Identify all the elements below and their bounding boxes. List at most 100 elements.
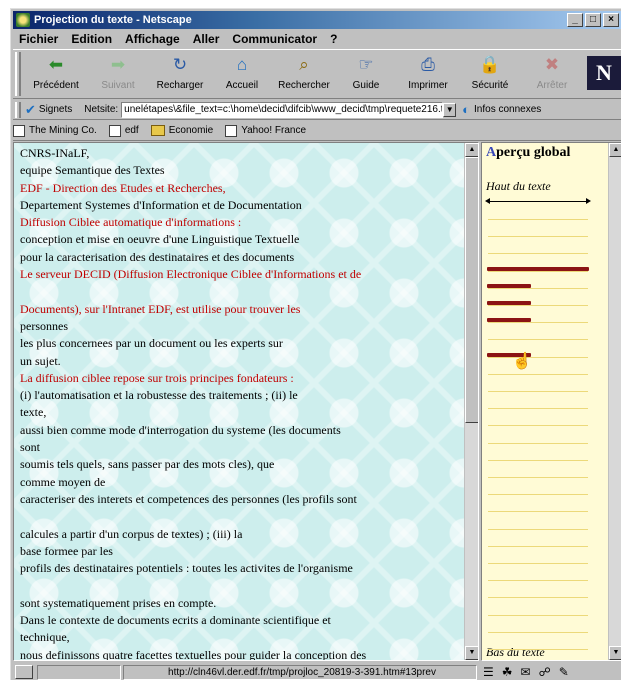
text-line: sont (20, 440, 41, 455)
menu-communicator[interactable]: Communicator (232, 32, 317, 46)
text-line: pour la caracterisation des destinataire… (20, 249, 295, 264)
tray-component-icon[interactable]: ☘ (502, 665, 513, 679)
menu-fichier[interactable]: Fichier (19, 32, 58, 46)
scroll-up-arrow-icon[interactable]: ▲ (465, 143, 478, 157)
toolbar-button-label: Accueil (225, 80, 259, 91)
status-url: http://cln46vl.der.edf.fr/tmp/projloc_20… (123, 664, 477, 680)
overview-scroll-down-icon[interactable]: ▼ (609, 646, 621, 660)
url-input[interactable]: unelétapes\&file_text=c:\home\decid\difc… (121, 101, 444, 118)
text-line (20, 508, 460, 525)
overview-rule (488, 287, 588, 289)
text-line: conception et mise en oeuvre d'une Lingu… (20, 232, 300, 247)
search-icon: ⌕ (299, 55, 309, 74)
toolbar-button-label: Arrêter (536, 80, 568, 91)
personal-bookmark-label: The Mining Co. (29, 125, 97, 136)
toolbar-button-8[interactable]: ✖ Arrêter (521, 50, 583, 91)
tray-component-icon[interactable]: ✉ (521, 665, 531, 679)
component-tray: ☰ ☘ ✉ ☍ ✎ (483, 665, 569, 679)
overview-rule (488, 580, 588, 582)
overview-rule (488, 408, 588, 410)
overview-frame: Aperçu global Haut du texte Bas du texte… (481, 142, 621, 661)
text-line: EDF - Direction des Etudes et Recherches… (20, 180, 226, 195)
minimize-button[interactable]: _ (567, 13, 583, 27)
bookmarks-icon[interactable]: ✔ (25, 102, 36, 118)
overview-rule (488, 305, 588, 306)
bookmarks-button[interactable]: Signets (39, 104, 72, 115)
overview-rule (488, 597, 588, 599)
overview-segment-mark[interactable] (487, 266, 589, 271)
tray-component-icon[interactable]: ☰ (483, 665, 494, 679)
overview-rule (488, 511, 588, 513)
toolbar-button-3[interactable]: ⌂ Accueil (211, 50, 273, 91)
toolbar-button-7[interactable]: 🔒 Sécurité (459, 50, 521, 91)
tray-component-icon[interactable]: ✎ (559, 665, 569, 679)
toolbar-button-0[interactable]: ⬅ Précédent (25, 50, 87, 91)
overview-heading: Aperçu global (486, 145, 571, 160)
overview-scroll-up-icon[interactable]: ▲ (609, 143, 621, 157)
content-scrollbar[interactable]: ▲ ▼ (464, 143, 478, 660)
toolbar-button-4[interactable]: ⌕ Rechercher (273, 50, 335, 91)
toolbar-button-5[interactable]: ☞ Guide (335, 50, 397, 91)
overview-scrollbar[interactable]: ▲ ▼ (608, 143, 621, 660)
location-grip[interactable] (15, 101, 21, 118)
overview-rule (488, 631, 588, 633)
text-line: equipe Semantique des Textes (20, 163, 165, 178)
related-button[interactable]: Infos connexes (474, 104, 541, 115)
stop-icon: ✖ (544, 55, 560, 74)
menu-edition[interactable]: Edition (71, 32, 112, 46)
scroll-down-arrow-icon[interactable]: ▼ (465, 646, 478, 660)
overview-segment-mark[interactable] (487, 301, 531, 305)
close-button[interactable]: × (603, 13, 619, 27)
toolbar-button-label: Guide (352, 80, 380, 91)
toolbar-button-1[interactable]: ➡ Suivant (87, 50, 149, 91)
back-arrow-icon: ⬅ (48, 55, 64, 74)
text-line: CNRS-INaLF, (20, 146, 90, 160)
toolbar-button-label: Suivant (101, 80, 135, 91)
overview-segment-mark[interactable] (487, 318, 531, 323)
bottom-of-text-link[interactable]: Bas du texte (486, 645, 545, 660)
personal-bookmark-3[interactable]: Yahoo! France (225, 124, 306, 137)
personal-bookmark-2[interactable]: Economie (150, 125, 213, 136)
toolbar-button-2[interactable]: ↻ Recharger (149, 50, 211, 91)
security-status-icon[interactable] (15, 665, 33, 679)
text-line: soumis tels quels, sans passer par des m… (20, 457, 275, 472)
reload-icon: ↻ (172, 55, 188, 74)
text-line: profils des destinataires potentiels : t… (20, 561, 353, 576)
text-line: caracteriser des interets et competences… (20, 491, 357, 506)
personal-bookmark-0[interactable]: The Mining Co. (13, 124, 97, 137)
menu-help[interactable]: ? (330, 32, 337, 46)
personal-bookmark-1[interactable]: edf (108, 124, 139, 137)
menu-affichage[interactable]: Affichage (125, 32, 180, 46)
url-dropdown-button[interactable]: ▼ (443, 102, 457, 117)
overview-rule (488, 373, 588, 375)
forward-arrow-icon: ➡ (110, 55, 126, 74)
overview-rule (488, 339, 588, 341)
overview-rule (488, 425, 588, 427)
text-line: aussi bien comme mode d'interrogation du… (20, 422, 341, 437)
tray-component-icon[interactable]: ☍ (539, 665, 551, 679)
related-info-icon[interactable]: ◐ (462, 102, 470, 117)
menu-aller[interactable]: Aller (193, 32, 220, 46)
scroll-thumb[interactable] (465, 157, 478, 423)
overview-rule (488, 356, 588, 358)
personal-toolbar: The Mining Co. edf Economie Yahoo! France (13, 121, 621, 141)
toolbar-grip[interactable] (15, 52, 21, 96)
printer-icon: ⎙ (421, 55, 435, 74)
toolbar-button-6[interactable]: ⎙ Imprimer (397, 50, 459, 91)
text-line: Le serveur DECID (Diffusion Electronique… (20, 267, 362, 282)
overview-rule (488, 459, 588, 461)
overview-segment-mark[interactable] (487, 283, 531, 288)
maximize-button[interactable]: □ (585, 13, 601, 27)
text-line: texte, (20, 405, 47, 420)
overview-rule (488, 253, 588, 255)
overview-rule (488, 236, 588, 238)
progress-field (37, 664, 121, 680)
text-line: La diffusion ciblee repose sur trois pri… (20, 370, 294, 385)
text-line: Documents), sur l'Intranet EDF, est util… (20, 301, 301, 316)
text-line: un sujet. (20, 353, 61, 368)
overview-rule (488, 649, 588, 650)
text-line: les plus concernees par un document ou l… (20, 336, 283, 351)
text-line: base formee par les (20, 543, 113, 558)
top-of-text-link[interactable]: Haut du texte (486, 179, 551, 194)
overview-rule (488, 219, 588, 220)
